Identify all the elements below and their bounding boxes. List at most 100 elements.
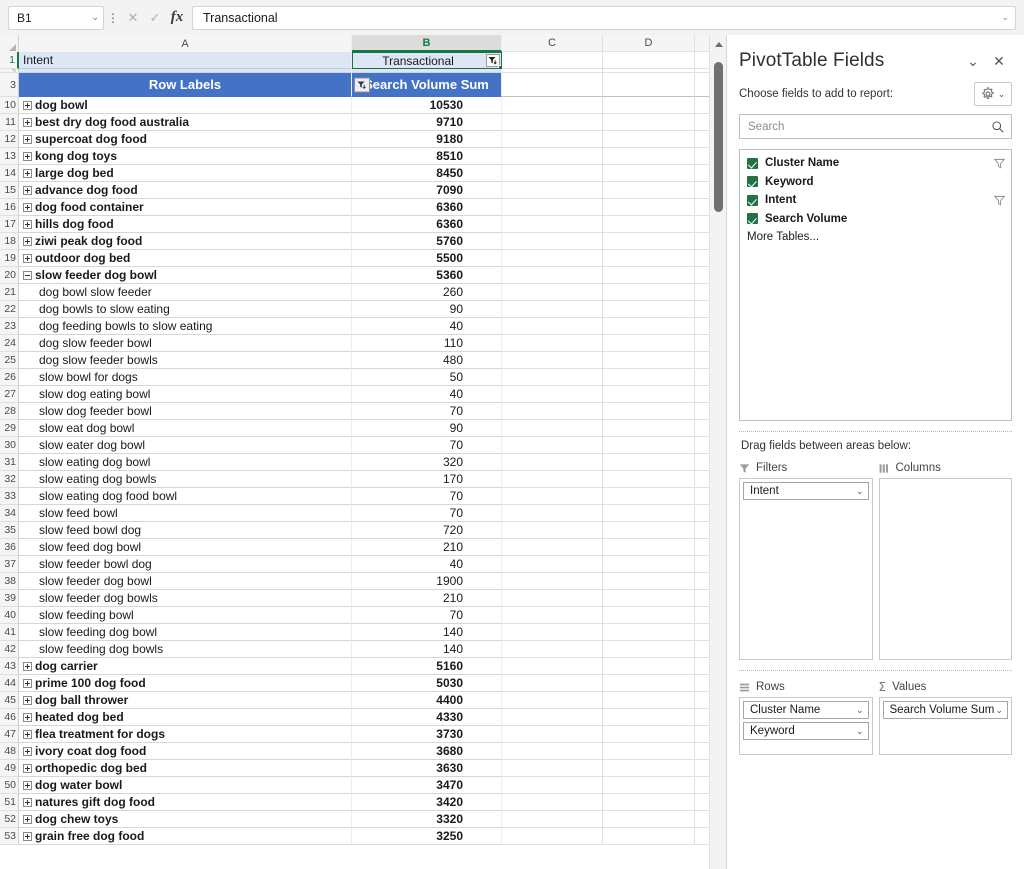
- table-row[interactable]: 28slow dog feeder bowl70: [0, 403, 726, 420]
- cell-b30[interactable]: 70: [352, 437, 502, 454]
- checkbox-checked-icon[interactable]: [747, 176, 758, 187]
- table-row[interactable]: 41slow feeding dog bowl140: [0, 624, 726, 641]
- cell-a24[interactable]: dog slow feeder bowl: [19, 335, 352, 352]
- row-labels-header[interactable]: Row Labels: [19, 73, 352, 97]
- cell-a21[interactable]: dog bowl slow feeder: [19, 284, 352, 301]
- cell-d44[interactable]: [603, 675, 695, 692]
- cell-c15[interactable]: [502, 182, 603, 199]
- cell-d24[interactable]: [603, 335, 695, 352]
- rows-drop-zone[interactable]: Cluster Name⌄Keyword⌄: [739, 697, 873, 755]
- checkbox-checked-icon[interactable]: [747, 213, 758, 224]
- cell-c11[interactable]: [502, 114, 603, 131]
- row-header-35[interactable]: 35: [0, 522, 19, 539]
- cell-c33[interactable]: [502, 488, 603, 505]
- cell-d39[interactable]: [603, 590, 695, 607]
- rows-area[interactable]: Rows Cluster Name⌄Keyword⌄: [739, 677, 873, 763]
- row-header-11[interactable]: 11: [0, 114, 19, 131]
- row-header-22[interactable]: 22: [0, 301, 19, 318]
- cell-a53[interactable]: grain free dog food: [19, 828, 352, 845]
- table-row[interactable]: 26slow bowl for dogs50: [0, 369, 726, 386]
- row-header-38[interactable]: 38: [0, 573, 19, 590]
- table-row[interactable]: 17hills dog food6360: [0, 216, 726, 233]
- row-header-15[interactable]: 15: [0, 182, 19, 199]
- close-icon[interactable]: ✕: [986, 48, 1012, 74]
- cell-d28[interactable]: [603, 403, 695, 420]
- cell-b33[interactable]: 70: [352, 488, 502, 505]
- cell-c24[interactable]: [502, 335, 603, 352]
- cell-d47[interactable]: [603, 726, 695, 743]
- cell-d38[interactable]: [603, 573, 695, 590]
- field-list-item[interactable]: Search Volume: [744, 210, 1009, 229]
- cell-a23[interactable]: dog feeding bowls to slow eating: [19, 318, 352, 335]
- cell-c37[interactable]: [502, 556, 603, 573]
- cell-a41[interactable]: slow feeding dog bowl: [19, 624, 352, 641]
- row-header-26[interactable]: 26: [0, 369, 19, 386]
- cell-a50[interactable]: dog water bowl: [19, 777, 352, 794]
- table-row[interactable]: 48ivory coat dog food3680: [0, 743, 726, 760]
- cell-c35[interactable]: [502, 522, 603, 539]
- cell-c44[interactable]: [502, 675, 603, 692]
- more-options-icon[interactable]: ⋮: [106, 12, 120, 24]
- field-list-item[interactable]: Keyword: [744, 173, 1009, 192]
- cell-b36[interactable]: 210: [352, 539, 502, 556]
- table-row[interactable]: 13kong dog toys8510: [0, 148, 726, 165]
- cell-d43[interactable]: [603, 658, 695, 675]
- column-header-b[interactable]: B: [352, 35, 502, 52]
- cell-a27[interactable]: slow dog eating bowl: [19, 386, 352, 403]
- cell-a52[interactable]: dog chew toys: [19, 811, 352, 828]
- column-header-c[interactable]: C: [502, 35, 603, 52]
- expand-icon[interactable]: [23, 118, 32, 127]
- row-header-30[interactable]: 30: [0, 437, 19, 454]
- cell-a11[interactable]: best dry dog food australia: [19, 114, 352, 131]
- row-header-33[interactable]: 33: [0, 488, 19, 505]
- cell-d15[interactable]: [603, 182, 695, 199]
- cell-d40[interactable]: [603, 607, 695, 624]
- cell-c40[interactable]: [502, 607, 603, 624]
- cell-d51[interactable]: [603, 794, 695, 811]
- cell-c29[interactable]: [502, 420, 603, 437]
- cell-c19[interactable]: [502, 250, 603, 267]
- row-header-48[interactable]: 48: [0, 743, 19, 760]
- cell-d25[interactable]: [603, 352, 695, 369]
- column-header-d[interactable]: D: [603, 35, 695, 52]
- table-row[interactable]: 23dog feeding bowls to slow eating40: [0, 318, 726, 335]
- cell-d18[interactable]: [603, 233, 695, 250]
- row-header-52[interactable]: 52: [0, 811, 19, 828]
- expand-icon[interactable]: [23, 764, 32, 773]
- cell-b21[interactable]: 260: [352, 284, 502, 301]
- cell-a49[interactable]: orthopedic dog bed: [19, 760, 352, 777]
- values-area[interactable]: Σ Values Search Volume Sum⌄: [879, 677, 1013, 763]
- cell-d49[interactable]: [603, 760, 695, 777]
- pivot-header-row[interactable]: 3 Row Labels Search Volume Sum: [0, 73, 726, 97]
- cell-d29[interactable]: [603, 420, 695, 437]
- filter-icon[interactable]: [994, 195, 1005, 206]
- cell-b10[interactable]: 10530: [352, 97, 502, 114]
- cell-b46[interactable]: 4330: [352, 709, 502, 726]
- row-header-16[interactable]: 16: [0, 199, 19, 216]
- cell-b50[interactable]: 3470: [352, 777, 502, 794]
- table-row[interactable]: 14large dog bed8450: [0, 165, 726, 182]
- cell-a12[interactable]: supercoat dog food: [19, 131, 352, 148]
- cell-c46[interactable]: [502, 709, 603, 726]
- cell-b44[interactable]: 5030: [352, 675, 502, 692]
- cell-a16[interactable]: dog food container: [19, 199, 352, 216]
- rows-field-pill[interactable]: Keyword⌄: [743, 722, 869, 740]
- cell-d37[interactable]: [603, 556, 695, 573]
- filter-dropdown-icon[interactable]: [486, 54, 500, 67]
- cell-b51[interactable]: 3420: [352, 794, 502, 811]
- row-header-44[interactable]: 44: [0, 675, 19, 692]
- row-header-45[interactable]: 45: [0, 692, 19, 709]
- table-row[interactable]: 27slow dog eating bowl40: [0, 386, 726, 403]
- expand-icon[interactable]: [23, 152, 32, 161]
- cell-b16[interactable]: 6360: [352, 199, 502, 216]
- checkbox-checked-icon[interactable]: [747, 195, 758, 206]
- expand-icon[interactable]: [23, 798, 32, 807]
- table-row[interactable]: 29slow eat dog bowl90: [0, 420, 726, 437]
- cancel-icon[interactable]: ✕: [122, 6, 144, 30]
- cell-a20[interactable]: slow feeder dog bowl: [19, 267, 352, 284]
- chevron-down-icon[interactable]: ⌄: [91, 13, 99, 22]
- table-row[interactable]: 24dog slow feeder bowl110: [0, 335, 726, 352]
- scroll-up-icon[interactable]: [710, 37, 726, 51]
- cell-d20[interactable]: [603, 267, 695, 284]
- cell-d32[interactable]: [603, 471, 695, 488]
